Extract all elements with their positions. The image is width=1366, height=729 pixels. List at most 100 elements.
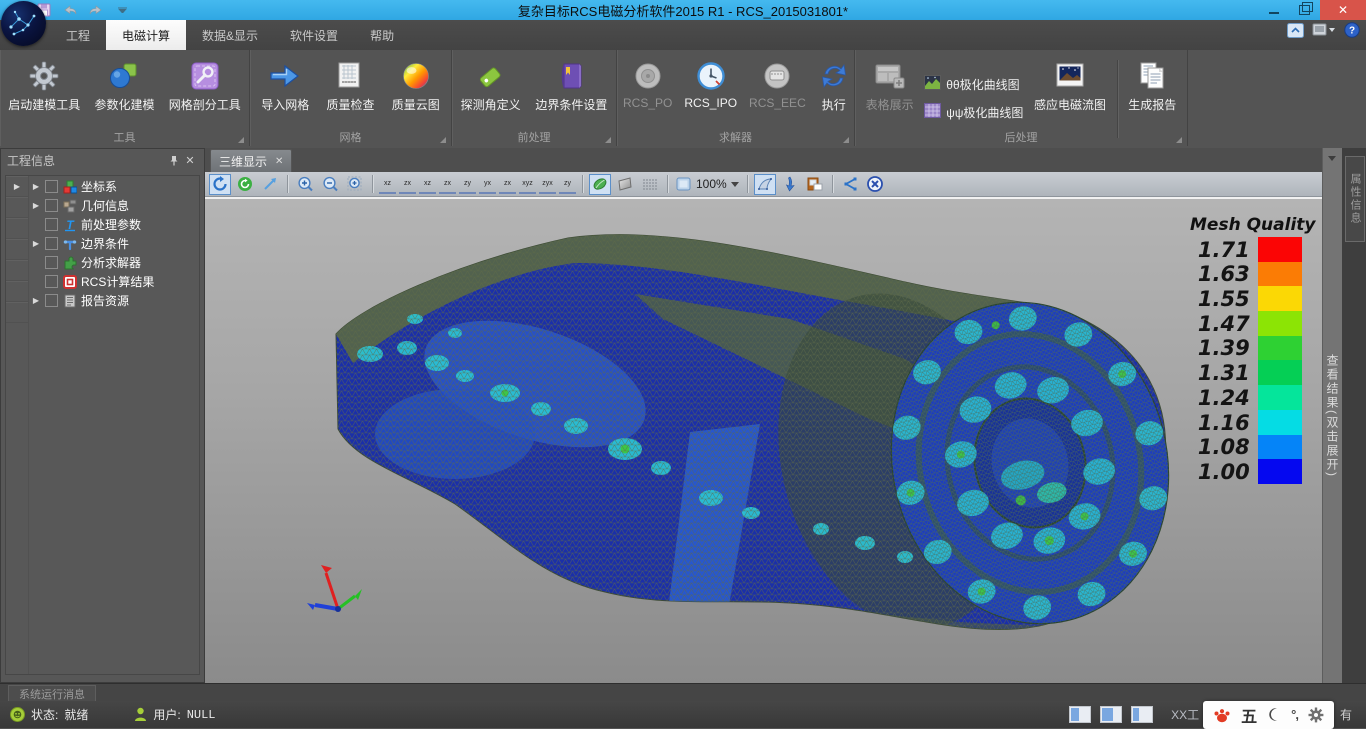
refresh-view-icon[interactable] xyxy=(234,174,256,195)
mesh-partition-tool-button[interactable]: 网格剖分工具 xyxy=(163,56,247,117)
view-orientation-icon[interactable]: zyx xyxy=(539,174,556,194)
layout-wide-panel-icon[interactable] xyxy=(1100,706,1122,723)
shaded-leaf-icon[interactable] xyxy=(589,174,611,195)
boundary-settings-button[interactable]: 边界条件设置 xyxy=(529,56,613,117)
minimize-button[interactable] xyxy=(1258,0,1289,20)
flat-shade-icon[interactable] xyxy=(614,174,636,195)
down-arrow-icon[interactable] xyxy=(779,174,801,195)
menu-tab-em-compute[interactable]: 电磁计算 xyxy=(106,20,186,50)
generate-report-button[interactable]: 生成报告 xyxy=(1122,56,1182,117)
tree-checkbox[interactable] xyxy=(45,275,58,288)
quality-cloud-button[interactable]: 质量云图 xyxy=(386,56,446,117)
psi-polarization-chart-button[interactable]: ψψ极化曲线图 xyxy=(924,103,1023,121)
pin-icon[interactable] xyxy=(166,153,182,167)
view-orientation-icon[interactable]: xz xyxy=(379,174,396,194)
ime-settings-gear-icon[interactable] xyxy=(1308,707,1324,723)
chevron-right-icon[interactable]: ▶ xyxy=(31,239,41,248)
view-orientation-icon[interactable]: zy xyxy=(559,174,576,194)
tree-item-geometry-info[interactable]: ▶ 几何信息 xyxy=(29,196,199,215)
menu-tab-data-display[interactable]: 数据&显示 xyxy=(186,20,274,50)
group-expand-icon[interactable] xyxy=(1176,137,1182,143)
zoom-in-icon[interactable] xyxy=(294,174,316,195)
menu-tab-settings[interactable]: 软件设置 xyxy=(274,20,354,50)
wireframe-grid-icon[interactable] xyxy=(639,174,661,195)
tree-checkbox[interactable] xyxy=(45,256,58,269)
capture-image-icon[interactable] xyxy=(804,174,826,195)
ime-moon-icon[interactable] xyxy=(1267,707,1281,722)
system-message-tab[interactable]: 系统运行消息 xyxy=(8,685,96,702)
quality-check-button[interactable]: 质量检查 xyxy=(320,56,380,117)
chevron-right-icon[interactable]: ▶ xyxy=(12,182,22,191)
induced-current-map-button[interactable]: 感应电磁流图 xyxy=(1028,56,1112,117)
collapse-ribbon-icon[interactable] xyxy=(1287,23,1304,43)
layout-left-panel-icon[interactable] xyxy=(1069,706,1091,723)
parametric-modeling-button[interactable]: 参数化建模 xyxy=(88,56,160,117)
view-orientation-icon[interactable]: zx xyxy=(399,174,416,194)
view-orientation-icon[interactable]: xz xyxy=(419,174,436,194)
viewport-3d[interactable]: Mesh Quality 1.71 1.63 1.55 1.47 1.39 1.… xyxy=(205,197,1322,683)
tab-3d-display[interactable]: 三维显示 ✕ xyxy=(210,149,292,172)
chevron-down-icon[interactable] xyxy=(1328,156,1336,161)
probe-angle-button[interactable]: 探测角定义 xyxy=(455,56,527,117)
tree-checkbox[interactable] xyxy=(45,237,58,250)
quick-access-more-icon[interactable] xyxy=(114,2,130,18)
rcs-ipo-button[interactable]: RCS_IPO xyxy=(678,56,743,114)
window-style-icon[interactable] xyxy=(1312,22,1336,43)
group-expand-icon[interactable] xyxy=(605,137,611,143)
tree-item-coordinate-system[interactable]: ▶ 坐标系 xyxy=(29,177,199,196)
ime-mode-label[interactable]: 五 xyxy=(1241,703,1257,727)
restore-button[interactable] xyxy=(1289,0,1320,20)
property-info-tab[interactable]: 属性信息 xyxy=(1345,156,1365,242)
zoom-out-icon[interactable] xyxy=(319,174,341,195)
zoom-level-select[interactable]: 100% xyxy=(674,177,741,192)
app-logo-icon[interactable] xyxy=(1,1,46,46)
execute-button[interactable]: 执行 xyxy=(812,56,856,117)
tree-checkbox[interactable] xyxy=(45,218,58,231)
theta-polarization-chart-button[interactable]: θθ极化曲线图 xyxy=(924,75,1023,93)
close-panel-icon[interactable]: ✕ xyxy=(182,153,198,167)
tree-item-boundary-conditions[interactable]: ▶ 边界条件 xyxy=(29,234,199,253)
tree-item-report-resources[interactable]: ▶ 报告资源 xyxy=(29,291,199,310)
legend-swatch xyxy=(1258,459,1302,484)
help-icon[interactable]: ? xyxy=(1344,22,1360,43)
rotate-view-icon[interactable] xyxy=(209,174,231,195)
view-results-collapsed-panel[interactable]: 查看结果(双击展开) xyxy=(1322,148,1342,683)
tree-checkbox[interactable] xyxy=(45,199,58,212)
tree-checkbox[interactable] xyxy=(45,294,58,307)
copyright-text-right: 有 xyxy=(1340,706,1352,723)
tree-item-preprocess-params[interactable]: T 前处理参数 xyxy=(29,215,199,234)
group-expand-icon[interactable] xyxy=(238,137,244,143)
ime-paw-icon[interactable] xyxy=(1213,707,1231,723)
chevron-right-icon[interactable]: ▶ xyxy=(31,182,41,191)
launch-modeling-tool-button[interactable]: 启动建模工具 xyxy=(2,56,86,117)
tree-item-analysis-solver[interactable]: 分析求解器 xyxy=(29,253,199,272)
layout-narrow-panel-icon[interactable] xyxy=(1131,706,1153,723)
import-mesh-button[interactable]: 导入网格 xyxy=(255,56,315,117)
view-orientation-icon[interactable]: xyz xyxy=(519,174,536,194)
menu-tab-help[interactable]: 帮助 xyxy=(354,20,410,50)
close-tab-icon[interactable]: ✕ xyxy=(275,156,283,167)
ime-punctuation-icon[interactable]: °, xyxy=(1291,707,1298,722)
surface-curve-icon[interactable] xyxy=(754,174,776,195)
redo-icon[interactable] xyxy=(88,2,104,18)
view-orientation-icon[interactable]: zx xyxy=(439,174,456,194)
chevron-right-icon[interactable]: ▶ xyxy=(31,296,41,305)
menu-tab-project[interactable]: 工程 xyxy=(50,20,106,50)
group-expand-icon[interactable] xyxy=(440,137,446,143)
tree-checkbox[interactable] xyxy=(45,180,58,193)
fit-arrow-icon[interactable] xyxy=(259,174,281,195)
view-orientation-icon[interactable]: zx xyxy=(499,174,516,194)
tree-item-rcs-results[interactable]: RCS计算结果 xyxy=(29,272,199,291)
close-button[interactable]: ✕ xyxy=(1320,0,1366,20)
chevron-right-icon[interactable]: ▶ xyxy=(31,201,41,210)
view-orientation-icon[interactable]: zy xyxy=(459,174,476,194)
view-orientation-icon[interactable]: yx xyxy=(479,174,496,194)
close-circle-icon[interactable] xyxy=(864,174,886,195)
share-nodes-icon[interactable] xyxy=(839,174,861,195)
undo-icon[interactable] xyxy=(62,2,78,18)
zoom-extents-icon[interactable] xyxy=(344,174,366,195)
rcs-po-button[interactable]: RCS_PO xyxy=(617,56,678,114)
table-display-button[interactable]: 表格展示 xyxy=(860,56,920,117)
group-expand-icon[interactable] xyxy=(843,137,849,143)
rcs-eec-button[interactable]: RCS_EEC xyxy=(743,56,812,114)
